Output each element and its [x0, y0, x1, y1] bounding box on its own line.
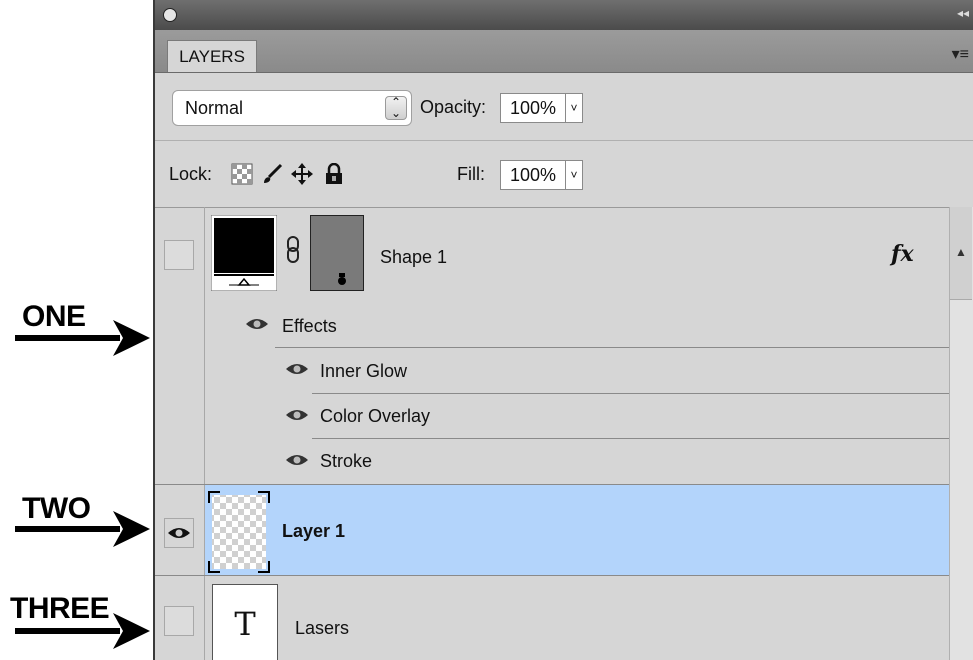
layer-name-layer-1[interactable]: Layer 1: [282, 521, 345, 542]
eye-icon[interactable]: [285, 407, 309, 423]
collapse-icon[interactable]: ◂◂: [957, 6, 969, 20]
arrow-right-icon: [15, 320, 150, 356]
layer-name-lasers[interactable]: Lasers: [295, 618, 349, 639]
link-chain-icon[interactable]: [286, 235, 300, 265]
panel-titlebar[interactable]: ◂◂: [155, 0, 973, 31]
divider: [312, 438, 949, 439]
type-icon: T: [234, 605, 256, 643]
layer-row-shape-1[interactable]: Shape 1 fx Effects Inner Glow Color Over…: [155, 207, 949, 485]
layer-row-lasers[interactable]: T Lasers: [155, 576, 949, 660]
checkerboard-icon[interactable]: [231, 163, 253, 185]
tab-layers[interactable]: LAYERS: [167, 40, 257, 72]
brush-icon[interactable]: [261, 163, 283, 185]
layers-panel: ◂◂ LAYERS ▾≡ Normal ⌃ ⌄ Opacity: 100% ˅ L…: [153, 0, 973, 660]
layer-list: Shape 1 fx Effects Inner Glow Color Over…: [155, 207, 949, 660]
lock-label: Lock:: [169, 164, 213, 184]
shape-thumbnail: [211, 215, 277, 291]
blend-opacity-row: Normal ⌃ ⌄ Opacity: 100% ˅: [155, 72, 973, 141]
blend-mode-select[interactable]: Normal ⌃ ⌄: [172, 90, 412, 126]
fill-label: Fill:: [457, 164, 485, 184]
arrow-right-icon: [15, 511, 150, 547]
opacity-dropdown[interactable]: ˅: [566, 93, 583, 123]
effect-color-overlay[interactable]: Color Overlay: [320, 406, 430, 427]
scroll-up-icon[interactable]: ▲: [955, 245, 967, 259]
effect-stroke[interactable]: Stroke: [320, 451, 372, 472]
spinner-icon[interactable]: ⌃ ⌄: [385, 96, 407, 120]
move-icon[interactable]: [291, 163, 313, 185]
tab-strip: LAYERS ▾≡: [155, 30, 973, 73]
visibility-toggle[interactable]: [164, 518, 194, 548]
close-icon[interactable]: [163, 8, 177, 22]
layer-name-shape-1[interactable]: Shape 1: [380, 247, 447, 268]
fill-dropdown[interactable]: ˅: [566, 160, 583, 190]
vector-mask-thumbnail: [310, 215, 364, 291]
fill-input[interactable]: 100%: [500, 160, 566, 190]
fx-icon[interactable]: fx: [891, 241, 914, 267]
visibility-toggle[interactable]: [164, 606, 194, 636]
eye-icon[interactable]: [285, 361, 309, 377]
arrow-right-icon: [15, 613, 150, 649]
layer-row-layer-1[interactable]: Layer 1: [155, 485, 949, 575]
eye-icon[interactable]: [245, 316, 269, 332]
effect-inner-glow[interactable]: Inner Glow: [320, 361, 407, 382]
lock-fill-row: Lock: Fill: 100% ˅: [155, 141, 973, 208]
lock-icon[interactable]: [323, 163, 345, 185]
eye-icon[interactable]: [285, 452, 309, 468]
divider: [312, 393, 949, 394]
panel-menu-icon[interactable]: ▾≡: [952, 44, 969, 64]
opacity-label: Opacity:: [420, 97, 487, 117]
effects-header[interactable]: Effects: [282, 316, 337, 337]
opacity-input[interactable]: 100%: [500, 93, 566, 123]
eye-icon: [168, 528, 190, 538]
checkerboard-icon: [208, 491, 270, 573]
layer-list-scrollbar[interactable]: ▲: [949, 207, 973, 660]
divider: [275, 347, 949, 348]
blend-mode-value: Normal: [185, 98, 244, 118]
visibility-toggle[interactable]: [164, 240, 194, 270]
type-layer-thumbnail: T: [212, 584, 278, 660]
